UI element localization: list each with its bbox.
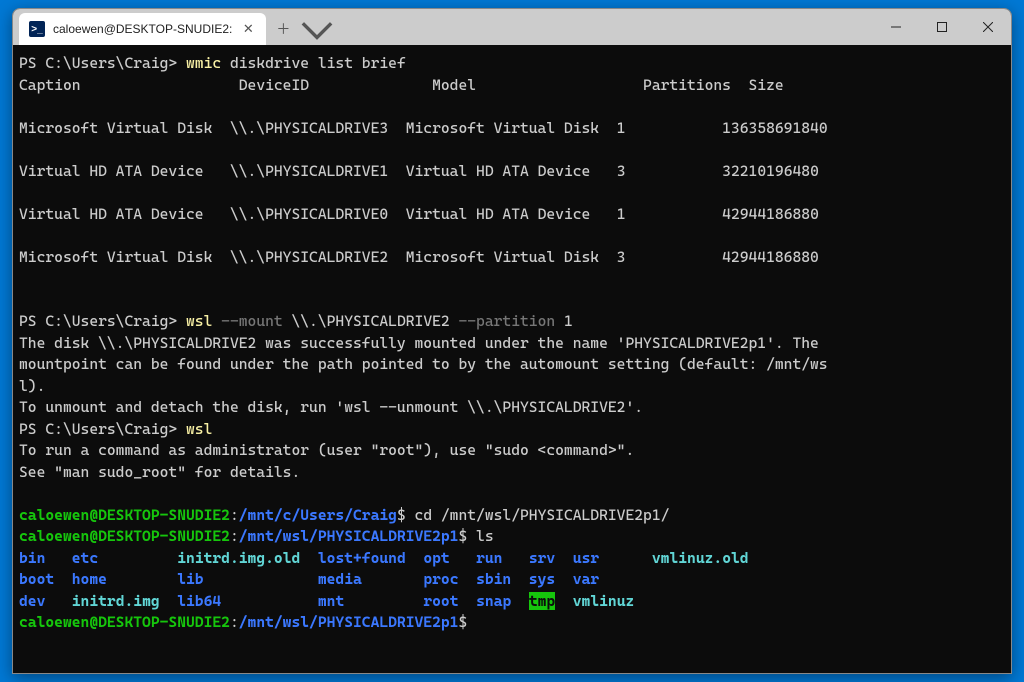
minimize-icon bbox=[891, 22, 901, 32]
window-controls bbox=[873, 9, 1011, 45]
titlebar-drag-area[interactable] bbox=[334, 9, 873, 45]
maximize-icon bbox=[937, 22, 947, 32]
tab-dropdown-button[interactable] bbox=[300, 13, 334, 45]
cmd-wmic: wmic bbox=[186, 54, 221, 72]
table-row: Virtual HD ATA Device \\.\PHYSICALDRIVE1… bbox=[19, 162, 819, 180]
table-header: Caption DeviceID Model Partitions Size bbox=[19, 76, 784, 94]
cmd-flag: --partition bbox=[450, 312, 555, 330]
ps-prompt: PS C:\Users\Craig> bbox=[19, 420, 186, 438]
terminal-content[interactable]: PS C:\Users\Craig> wmic diskdrive list b… bbox=[13, 45, 1011, 642]
ps-prompt: PS C:\Users\Craig> bbox=[19, 54, 186, 72]
powershell-icon: >_ bbox=[29, 21, 45, 37]
tab-close-button[interactable]: ✕ bbox=[240, 21, 256, 37]
output-line: l). bbox=[19, 377, 45, 395]
cmd-wsl: wsl bbox=[186, 312, 212, 330]
close-icon bbox=[983, 22, 993, 32]
wsl-path: /mnt/wsl/PHYSICALDRIVE2p1 bbox=[239, 527, 459, 545]
ps-prompt: PS C:\Users\Craig> bbox=[19, 312, 186, 330]
wsl-path: /mnt/c/Users/Craig bbox=[239, 506, 397, 524]
output-line: The disk \\.\PHYSICALDRIVE2 was successf… bbox=[19, 334, 819, 352]
wsl-cmd: ls bbox=[467, 527, 493, 545]
cmd-arg: \\.\PHYSICALDRIVE2 bbox=[283, 312, 450, 330]
new-tab-button[interactable]: ＋ bbox=[266, 13, 300, 45]
ls-row: dev initrd.img lib64 mnt root snap tmp v… bbox=[19, 592, 634, 610]
wsl-user-host: caloewen@DESKTOP-SNUDIE2 bbox=[19, 506, 230, 524]
tab-title: caloewen@DESKTOP-SNUDIE2: bbox=[53, 22, 232, 36]
wsl-path: /mnt/wsl/PHYSICALDRIVE2p1 bbox=[239, 613, 459, 631]
output-line: To unmount and detach the disk, run 'wsl… bbox=[19, 398, 643, 416]
ls-row: boot home lib media proc sbin sys var bbox=[19, 570, 599, 588]
ls-row: bin etc initrd.img.old lost+found opt ru… bbox=[19, 549, 749, 567]
chevron-down-icon bbox=[300, 12, 334, 46]
close-button[interactable] bbox=[965, 9, 1011, 45]
wsl-user-host: caloewen@DESKTOP-SNUDIE2 bbox=[19, 527, 230, 545]
wsl-user-host: caloewen@DESKTOP-SNUDIE2 bbox=[19, 613, 230, 631]
cmd-flag: --mount bbox=[212, 312, 282, 330]
output-line: See "man sudo_root" for details. bbox=[19, 463, 300, 481]
wsl-cmd: cd /mnt/wsl/PHYSICALDRIVE2p1/ bbox=[406, 506, 670, 524]
table-row: Microsoft Virtual Disk \\.\PHYSICALDRIVE… bbox=[19, 119, 828, 137]
table-row: Virtual HD ATA Device \\.\PHYSICALDRIVE0… bbox=[19, 205, 819, 223]
titlebar: >_ caloewen@DESKTOP-SNUDIE2: ✕ ＋ bbox=[13, 9, 1011, 45]
table-row: Microsoft Virtual Disk \\.\PHYSICALDRIVE… bbox=[19, 248, 819, 266]
tab-active[interactable]: >_ caloewen@DESKTOP-SNUDIE2: ✕ bbox=[19, 13, 266, 45]
terminal-window: >_ caloewen@DESKTOP-SNUDIE2: ✕ ＋ PS C:\U… bbox=[12, 8, 1012, 674]
cmd-args: diskdrive list brief bbox=[221, 54, 406, 72]
maximize-button[interactable] bbox=[919, 9, 965, 45]
output-line: mountpoint can be found under the path p… bbox=[19, 355, 828, 373]
cmd-wsl: wsl bbox=[186, 420, 212, 438]
cmd-arg: 1 bbox=[555, 312, 573, 330]
output-line: To run a command as administrator (user … bbox=[19, 441, 634, 459]
minimize-button[interactable] bbox=[873, 9, 919, 45]
